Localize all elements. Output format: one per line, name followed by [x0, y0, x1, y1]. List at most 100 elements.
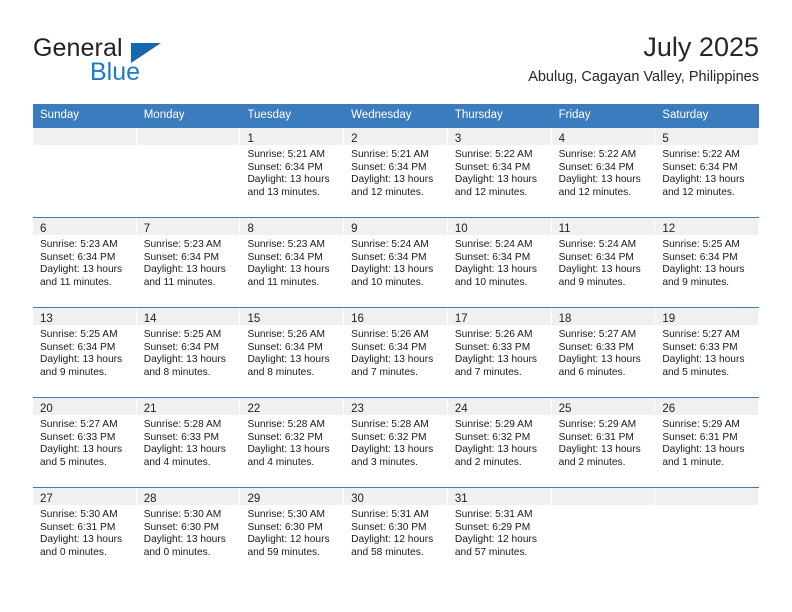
- day-number: 17: [454, 313, 468, 325]
- day-details: Sunrise: 5:24 AM Sunset: 6:34 PM Daylight:…: [344, 235, 447, 289]
- daylight-text-line2: and 59 minutes.: [247, 546, 320, 558]
- day-cell[interactable]: 1 Sunrise: 5:21 AM Sunset: 6:34 PM Daylight…: [240, 128, 345, 217]
- day-cell[interactable]: 27 Sunrise: 5:30 AM Sunset: 6:31 PM Dayligh…: [33, 488, 137, 577]
- day-cell[interactable]: 23 Sunrise: 5:28 AM Sunset: 6:32 PM Dayligh…: [344, 398, 448, 487]
- day-cell[interactable]: 7 Sunrise: 5:23 AM Sunset: 6:34 PM Daylight…: [136, 218, 241, 307]
- day-number-strip: 29: [240, 488, 344, 505]
- sunset-text: Sunset: 6:31 PM: [662, 431, 738, 443]
- day-number: 10: [454, 223, 468, 235]
- day-cell[interactable]: 14 Sunrise: 5:25 AM Sunset: 6:34 PM Dayligh…: [136, 308, 241, 397]
- day-cell[interactable]: 9 Sunrise: 5:24 AM Sunset: 6:34 PM Daylight…: [344, 218, 448, 307]
- sunrise-text: Sunrise: 5:31 AM: [351, 509, 429, 520]
- day-cell[interactable]: 3 Sunrise: 5:22 AM Sunset: 6:34 PM Daylight…: [447, 128, 552, 217]
- day-cell[interactable]: 12 Sunrise: 5:25 AM Sunset: 6:34 PM Dayligh…: [655, 218, 760, 307]
- sunset-text: Sunset: 6:34 PM: [351, 251, 427, 263]
- day-cell[interactable]: 20 Sunrise: 5:27 AM Sunset: 6:33 PM Dayligh…: [33, 398, 137, 487]
- day-number: 4: [558, 133, 565, 145]
- day-cell[interactable]: 15 Sunrise: 5:26 AM Sunset: 6:34 PM Dayligh…: [240, 308, 345, 397]
- day-details: Sunrise: 5:27 AM Sunset: 6:33 PM Daylight:…: [552, 325, 655, 379]
- sunset-text: Sunset: 6:32 PM: [351, 431, 427, 443]
- day-cell[interactable]: 31 Sunrise: 5:31 AM Sunset: 6:29 PM Dayligh…: [447, 488, 552, 577]
- day-number: 5: [662, 133, 669, 145]
- day-cell[interactable]: 30 Sunrise: 5:31 AM Sunset: 6:30 PM Dayligh…: [344, 488, 448, 577]
- day-number: 8: [247, 223, 254, 235]
- day-details: Sunrise: 5:22 AM Sunset: 6:34 PM Daylight:…: [448, 145, 551, 199]
- sunrise-text: Sunrise: 5:25 AM: [662, 239, 740, 250]
- sunset-text: Sunset: 6:33 PM: [558, 341, 634, 353]
- sunset-text: Sunset: 6:34 PM: [454, 251, 531, 263]
- location-subtitle: Abulug, Cagayan Valley, Philippines: [528, 69, 759, 85]
- sunset-text: Sunset: 6:34 PM: [143, 341, 220, 353]
- sunset-text: Sunset: 6:34 PM: [662, 161, 738, 173]
- day-cell[interactable]: 21 Sunrise: 5:28 AM Sunset: 6:33 PM Dayligh…: [136, 398, 241, 487]
- day-cell[interactable]: 10 Sunrise: 5:24 AM Sunset: 6:34 PM Dayligh…: [447, 218, 552, 307]
- day-cell[interactable]: 5 Sunrise: 5:22 AM Sunset: 6:34 PM Daylight…: [655, 128, 760, 217]
- daylight-text-line2: and 9 minutes.: [558, 276, 626, 288]
- day-cell[interactable]: 26 Sunrise: 5:29 AM Sunset: 6:31 PM Dayligh…: [655, 398, 760, 487]
- day-cell[interactable]: 11 Sunrise: 5:24 AM Sunset: 6:34 PM Dayligh…: [551, 218, 656, 307]
- week-row: 1 Sunrise: 5:21 AM Sunset: 6:34 PM Daylight…: [33, 128, 760, 217]
- daylight-text-line2: and 12 minutes.: [454, 186, 528, 198]
- sunrise-text: Sunrise: 5:21 AM: [247, 149, 326, 160]
- day-number-strip: 26: [655, 398, 759, 415]
- day-details: Sunrise: 5:29 AM Sunset: 6:31 PM Daylight:…: [655, 415, 758, 469]
- day-number: 11: [558, 223, 571, 235]
- day-cell[interactable]: 17 Sunrise: 5:26 AM Sunset: 6:33 PM Dayligh…: [447, 308, 552, 397]
- day-cell[interactable]: 4 Sunrise: 5:22 AM Sunset: 6:34 PM Daylight…: [551, 128, 656, 217]
- day-details: Sunrise: 5:22 AM Sunset: 6:34 PM Daylight:…: [552, 145, 655, 199]
- day-details: [655, 505, 758, 509]
- day-number-strip: 21: [136, 398, 240, 415]
- day-cell[interactable]: 6 Sunrise: 5:23 AM Sunset: 6:34 PM Daylight…: [33, 218, 137, 307]
- daylight-text-line1: Daylight: 13 hours: [247, 264, 330, 276]
- sunrise-text: Sunrise: 5:27 AM: [40, 419, 118, 430]
- sunrise-text: Sunrise: 5:27 AM: [558, 329, 637, 340]
- day-cell[interactable]: 28 Sunrise: 5:30 AM Sunset: 6:30 PM Dayligh…: [136, 488, 241, 577]
- daylight-text-line2: and 11 minutes.: [40, 276, 112, 288]
- general-blue-logo[interactable]: General Blue: [33, 34, 233, 90]
- daylight-text-line1: Daylight: 13 hours: [143, 444, 226, 456]
- day-cell[interactable]: 16 Sunrise: 5:26 AM Sunset: 6:34 PM Dayligh…: [344, 308, 448, 397]
- day-cell[interactable]: 8 Sunrise: 5:23 AM Sunset: 6:34 PM Daylight…: [240, 218, 345, 307]
- day-number-strip: 22: [240, 398, 344, 415]
- day-number-strip: 15: [240, 308, 344, 325]
- day-number-strip: 2: [344, 128, 447, 145]
- day-details: Sunrise: 5:23 AM Sunset: 6:34 PM Daylight:…: [137, 235, 240, 289]
- sunset-text: Sunset: 6:33 PM: [454, 341, 531, 353]
- daylight-text-line2: and 5 minutes.: [662, 366, 730, 378]
- day-cell[interactable]: 19 Sunrise: 5:27 AM Sunset: 6:33 PM Dayligh…: [655, 308, 760, 397]
- sunset-text: Sunset: 6:32 PM: [454, 431, 531, 443]
- day-cell[interactable]: 29 Sunrise: 5:30 AM Sunset: 6:30 PM Dayligh…: [240, 488, 345, 577]
- day-cell[interactable]: 22 Sunrise: 5:28 AM Sunset: 6:32 PM Dayligh…: [240, 398, 345, 487]
- sunrise-text: Sunrise: 5:30 AM: [143, 509, 222, 520]
- day-cell[interactable]: 18 Sunrise: 5:27 AM Sunset: 6:33 PM Dayligh…: [551, 308, 656, 397]
- weekday-wednesday: Wednesday: [351, 109, 412, 121]
- day-number: 27: [40, 493, 53, 505]
- daylight-text-line1: Daylight: 13 hours: [247, 444, 330, 456]
- day-number-strip: 20: [33, 398, 136, 415]
- daylight-text-line1: Daylight: 13 hours: [143, 264, 226, 276]
- day-number-strip: 27: [33, 488, 136, 505]
- sunset-text: Sunset: 6:30 PM: [247, 521, 323, 533]
- calendar-grid: Sunday Monday Tuesday Wednesday Thursday…: [33, 104, 760, 577]
- sunset-text: Sunset: 6:30 PM: [143, 521, 220, 533]
- day-cell[interactable]: 25 Sunrise: 5:29 AM Sunset: 6:31 PM Dayligh…: [551, 398, 656, 487]
- sunset-text: Sunset: 6:34 PM: [247, 161, 323, 173]
- sunset-text: Sunset: 6:34 PM: [351, 161, 427, 173]
- week-row: 13 Sunrise: 5:25 AM Sunset: 6:34 PM Dayligh…: [33, 307, 760, 397]
- day-number: 14: [143, 313, 157, 325]
- day-cell[interactable]: 13 Sunrise: 5:25 AM Sunset: 6:34 PM Dayligh…: [33, 308, 137, 397]
- daylight-text-line1: Daylight: 13 hours: [454, 264, 537, 276]
- sunset-text: Sunset: 6:33 PM: [662, 341, 738, 353]
- day-number: 25: [558, 403, 572, 415]
- sunset-text: Sunset: 6:33 PM: [40, 431, 116, 443]
- day-cell-empty: [33, 128, 137, 217]
- day-cell[interactable]: 2 Sunrise: 5:21 AM Sunset: 6:34 PM Daylight…: [344, 128, 448, 217]
- day-number-strip: 9: [344, 218, 447, 235]
- sunrise-text: Sunrise: 5:23 AM: [247, 239, 326, 250]
- sunrise-text: Sunrise: 5:28 AM: [247, 419, 326, 430]
- day-number-strip: [33, 128, 136, 145]
- day-number: 6: [40, 223, 47, 235]
- day-number: 24: [454, 403, 468, 415]
- day-number-strip: 3: [447, 128, 551, 145]
- day-cell[interactable]: 24 Sunrise: 5:29 AM Sunset: 6:32 PM Dayligh…: [447, 398, 552, 487]
